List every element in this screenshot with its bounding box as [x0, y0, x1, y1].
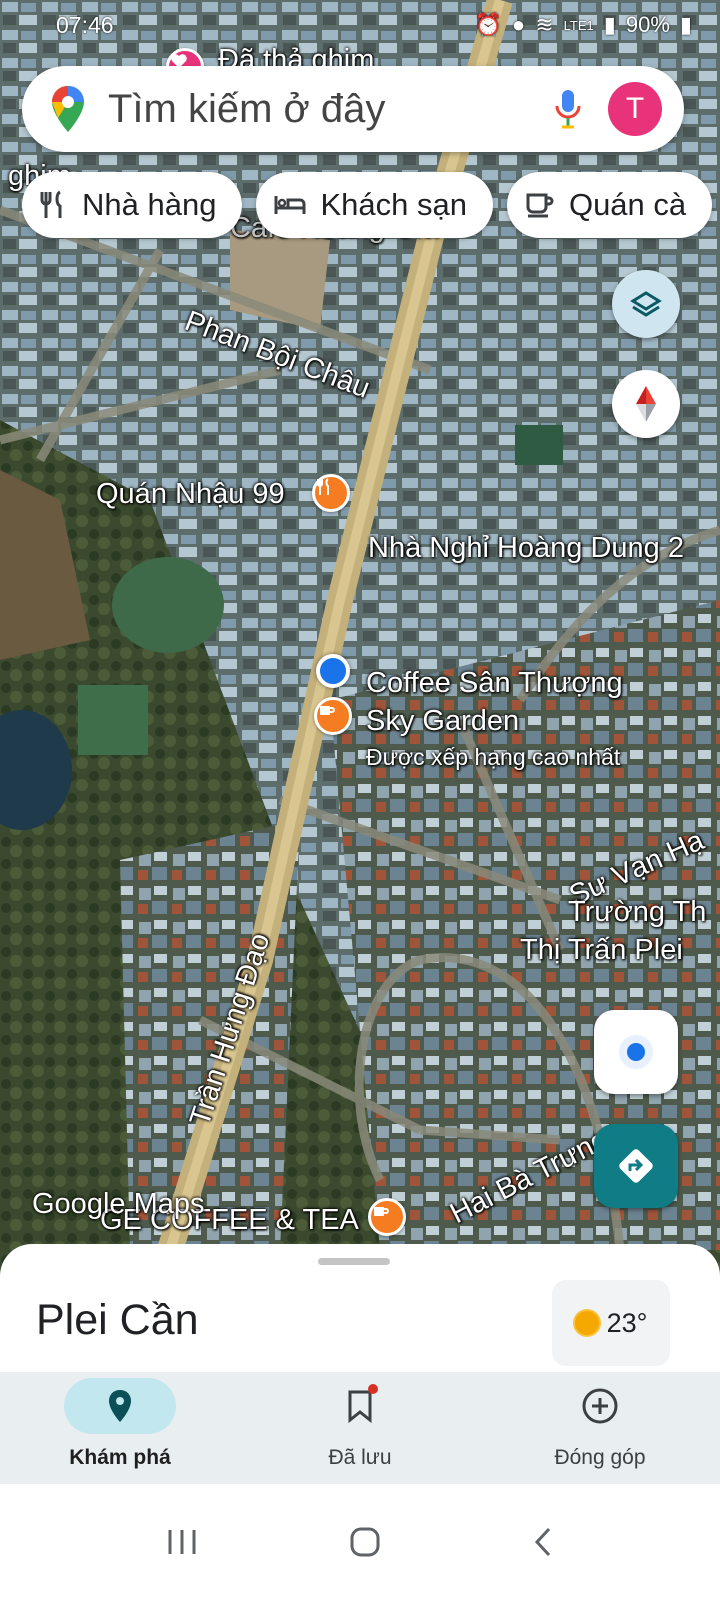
location-icon: ●	[511, 12, 526, 37]
status-time: 07:46	[56, 11, 114, 38]
system-navigation-bar	[0, 1484, 720, 1600]
home-icon[interactable]	[348, 1525, 382, 1559]
coffee-cup-icon	[374, 1207, 389, 1216]
back-icon[interactable]	[531, 1525, 555, 1559]
nav-explore-indicator	[64, 1378, 176, 1434]
search-bar[interactable]: Tìm kiếm ở đây T	[22, 66, 684, 152]
compass-button[interactable]	[612, 370, 680, 438]
microphone-icon[interactable]	[554, 88, 582, 130]
map-label-truong-line1[interactable]: Trường Th	[568, 896, 706, 929]
chip-cafes[interactable]: Quán cà	[506, 172, 713, 238]
wifi-icon: ≋	[535, 12, 554, 37]
battery-percent: 90%	[625, 12, 670, 37]
nav-saved[interactable]: Đã lưu	[240, 1372, 480, 1484]
restaurant-pin[interactable]	[312, 474, 350, 512]
fork-knife-icon	[40, 190, 62, 218]
add-circle-icon	[582, 1388, 618, 1424]
temperature: 23°	[606, 1307, 648, 1338]
compass-icon	[636, 386, 656, 422]
map-label-quan-nhau[interactable]: Quán Nhậu 99	[96, 478, 285, 511]
nav-contribute[interactable]: Đóng góp	[480, 1372, 720, 1484]
category-chips: Nhà hàng Khách sạn Quán cà	[22, 172, 713, 238]
layers-icon	[630, 291, 662, 317]
directions-button[interactable]	[594, 1124, 678, 1208]
bookmark-icon	[348, 1390, 372, 1423]
chip-hotels[interactable]: Khách sạn	[256, 172, 493, 238]
directions-icon	[619, 1149, 653, 1183]
search-input[interactable]: Tìm kiếm ở đây	[108, 87, 554, 132]
nav-label: Đóng góp	[554, 1446, 646, 1469]
bottom-sheet[interactable]: Plei Cần 23°	[0, 1244, 720, 1374]
my-location-dot	[316, 654, 350, 688]
bed-icon	[274, 196, 306, 214]
weather-chip[interactable]: 23°	[552, 1280, 670, 1366]
nav-contribute-indicator	[544, 1378, 656, 1434]
nav-explore[interactable]: Khám phá	[0, 1372, 240, 1484]
map-label-nha-nghi[interactable]: Nhà Nghỉ Hoàng Dung 2	[368, 532, 684, 565]
explore-pin-icon	[109, 1390, 131, 1422]
map-label-coffee-sub: Được xếp hạng cao nhất	[366, 744, 621, 770]
fork-knife-icon	[317, 478, 329, 495]
chip-label: Quán cà	[568, 187, 687, 222]
chip-restaurants[interactable]: Nhà hàng	[22, 172, 243, 238]
battery-icon: ▮	[679, 12, 692, 37]
chip-label: Nhà hàng	[82, 187, 217, 222]
sun-icon	[574, 1311, 599, 1335]
my-location-icon	[619, 1035, 653, 1069]
layers-button[interactable]	[612, 270, 680, 338]
coffee-pin[interactable]	[314, 697, 352, 735]
drag-handle[interactable]	[318, 1258, 390, 1265]
my-location-button[interactable]	[594, 1010, 678, 1094]
nav-label: Đã lưu	[328, 1446, 392, 1469]
notification-dot	[368, 1384, 378, 1394]
map-label-coffee-line2[interactable]: Sky Garden	[366, 705, 519, 738]
google-maps-attribution: Google Maps	[32, 1188, 205, 1220]
coffee-pin-bottom[interactable]	[368, 1198, 406, 1236]
status-bar: 07:46 ⏰ ● ≋ LTE1 ▮ 90% ▮	[0, 0, 720, 50]
coffee-icon	[526, 193, 554, 218]
signal-icon: ▮	[603, 12, 616, 37]
recent-apps-icon[interactable]	[165, 1527, 199, 1557]
map-label-coffee-line1[interactable]: Coffee Sân Thượng	[366, 667, 623, 700]
google-maps-pin-icon	[52, 86, 84, 132]
alarm-icon: ⏰	[474, 12, 502, 37]
map-label-truong-line2[interactable]: Thị Trấn Plei	[520, 934, 683, 967]
place-title: Plei Cần	[36, 1296, 199, 1344]
chip-label: Khách sạn	[320, 187, 467, 222]
status-icons: ⏰ ● ≋ LTE1 ▮ 90% ▮	[474, 12, 692, 38]
nav-saved-indicator	[304, 1378, 416, 1434]
nav-label: Khám phá	[69, 1446, 171, 1469]
bottom-navigation: Khám phá Đã lưu Đóng góp	[0, 1372, 720, 1484]
coffee-cup-icon	[320, 706, 335, 715]
network-label: LTE1	[563, 17, 594, 33]
account-avatar[interactable]: T	[608, 82, 662, 136]
